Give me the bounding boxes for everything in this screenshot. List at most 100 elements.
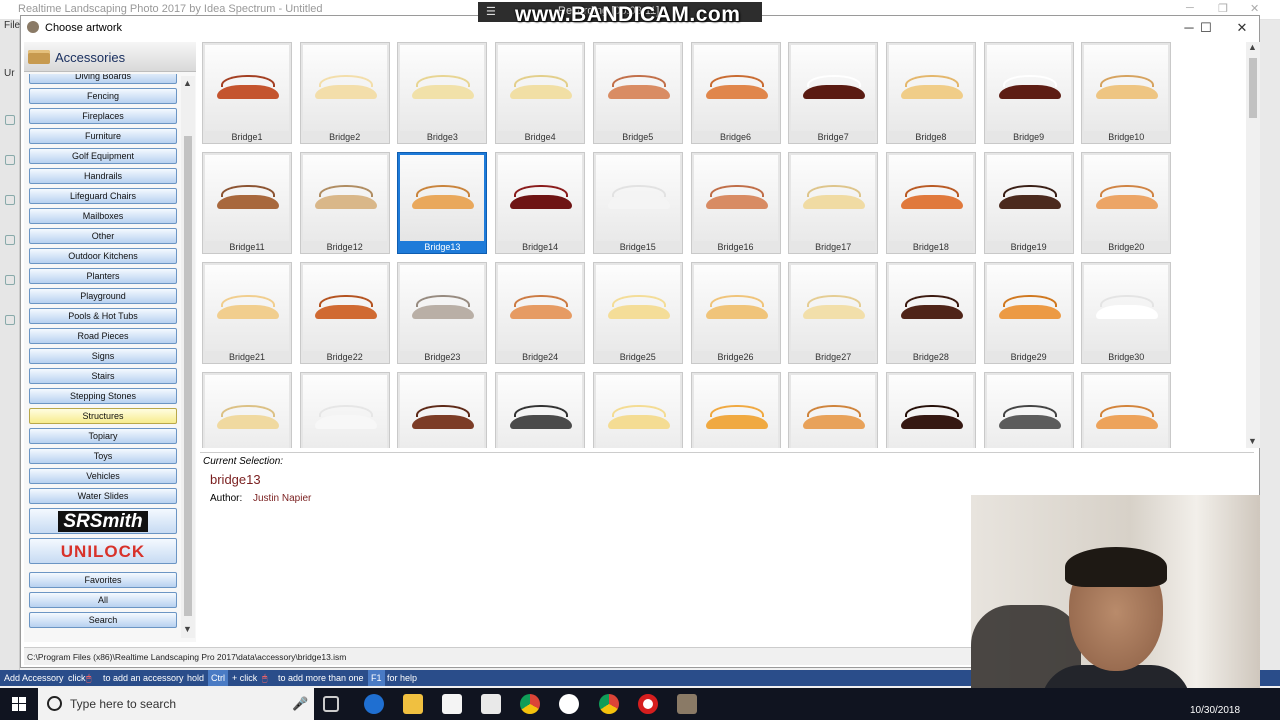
artwork-tile[interactable]: Bridge4 — [495, 42, 586, 144]
menu-file[interactable]: File — [4, 20, 20, 31]
microphone-icon[interactable]: 🎤 — [292, 696, 308, 712]
category-item[interactable]: Structures — [29, 408, 177, 424]
app-minimize-icon[interactable]: ─ — [1186, 2, 1194, 14]
category-item[interactable]: Mailboxes — [29, 208, 177, 224]
category-item[interactable]: Fireplaces — [29, 108, 177, 124]
artwork-tile[interactable]: Bridge27 — [788, 262, 879, 364]
brand-button[interactable]: UNILOCK — [29, 538, 177, 564]
category-item[interactable]: Pools & Hot Tubs — [29, 308, 177, 324]
hp-icon[interactable] — [559, 694, 579, 714]
maximize-button[interactable]: ☐ — [1188, 18, 1224, 38]
category-item[interactable]: Playground — [29, 288, 177, 304]
artwork-tile[interactable]: Bridge14 — [495, 152, 586, 254]
artwork-tile[interactable]: Bridge9 — [983, 42, 1074, 144]
artwork-tile[interactable] — [983, 372, 1074, 448]
scroll-up-icon[interactable]: ▲ — [183, 78, 192, 88]
artwork-tile[interactable]: Bridge29 — [983, 262, 1074, 364]
artwork-tile[interactable] — [1081, 372, 1172, 448]
bandicam-icon[interactable] — [638, 694, 658, 714]
artwork-tile[interactable] — [299, 372, 390, 448]
file-explorer-icon[interactable] — [403, 694, 423, 714]
category-item[interactable]: Water Slides — [29, 488, 177, 504]
scroll-down-icon[interactable]: ▼ — [183, 624, 192, 634]
scroll-up-icon[interactable]: ▲ — [1248, 42, 1257, 52]
tool-icon[interactable] — [5, 195, 15, 205]
category-item[interactable]: Favorites — [29, 572, 177, 588]
artwork-tile[interactable]: Bridge6 — [690, 42, 781, 144]
artwork-tile[interactable]: Bridge11 — [202, 152, 292, 254]
mail-icon[interactable] — [481, 694, 501, 714]
artwork-tile[interactable] — [495, 372, 586, 448]
artwork-tile[interactable]: Bridge20 — [1081, 152, 1172, 254]
artwork-tile[interactable] — [592, 372, 683, 448]
artwork-tile[interactable]: Bridge17 — [788, 152, 879, 254]
gallery-scrollbar[interactable]: ▲ ▼ — [1246, 42, 1260, 448]
artwork-tile[interactable] — [397, 372, 488, 448]
tool-icon[interactable] — [5, 275, 15, 285]
brand-button[interactable]: SRSmith — [29, 508, 177, 534]
artwork-tile[interactable]: Bridge26 — [690, 262, 781, 364]
tool-icon[interactable] — [5, 235, 15, 245]
artwork-tile[interactable]: Bridge18 — [885, 152, 976, 254]
scroll-down-icon[interactable]: ▼ — [1248, 436, 1257, 446]
category-item[interactable]: Stairs — [29, 368, 177, 384]
artwork-tile[interactable] — [202, 372, 292, 448]
realtime-landscaping-icon[interactable] — [677, 694, 697, 714]
category-item[interactable]: Search — [29, 612, 177, 628]
artwork-tile[interactable]: Bridge5 — [592, 42, 683, 144]
artwork-tile[interactable]: Bridge13 — [397, 152, 488, 254]
category-item[interactable]: Toys — [29, 448, 177, 464]
store-icon[interactable] — [442, 694, 462, 714]
artwork-tile[interactable]: Bridge23 — [397, 262, 488, 364]
menu-icon[interactable]: ☰ — [486, 5, 496, 18]
tool-icon[interactable] — [5, 155, 15, 165]
artwork-tile[interactable]: Bridge19 — [983, 152, 1074, 254]
artwork-tile[interactable]: Bridge24 — [495, 262, 586, 364]
app-restore-icon[interactable]: ❐ — [1218, 2, 1228, 15]
scroll-thumb[interactable] — [184, 136, 192, 616]
category-item[interactable]: All — [29, 592, 177, 608]
artwork-tile[interactable]: Bridge7 — [788, 42, 879, 144]
category-item[interactable]: Other — [29, 228, 177, 244]
category-item[interactable]: Stepping Stones — [29, 388, 177, 404]
close-button[interactable]: ✕ — [1224, 18, 1260, 38]
category-item[interactable]: Lifeguard Chairs — [29, 188, 177, 204]
artwork-tile[interactable]: Bridge3 — [397, 42, 488, 144]
category-item[interactable]: Road Pieces — [29, 328, 177, 344]
task-view-icon[interactable] — [323, 696, 339, 712]
category-item[interactable]: Furniture — [29, 128, 177, 144]
artwork-tile[interactable]: Bridge15 — [592, 152, 683, 254]
chrome-profile-icon[interactable] — [599, 694, 619, 714]
category-item[interactable]: Signs — [29, 348, 177, 364]
artwork-tile[interactable] — [690, 372, 781, 448]
taskbar-search[interactable]: Type here to search 🎤 — [38, 688, 314, 720]
chrome-icon[interactable] — [520, 694, 540, 714]
artwork-tile[interactable]: Bridge1 — [202, 42, 292, 144]
artwork-tile[interactable]: Bridge10 — [1081, 42, 1172, 144]
category-item[interactable]: Vehicles — [29, 468, 177, 484]
category-scrollbar[interactable]: ▲ ▼ — [181, 76, 195, 638]
artwork-tile[interactable]: Bridge25 — [592, 262, 683, 364]
search-placeholder[interactable]: Type here to search — [70, 697, 176, 711]
artwork-tile[interactable]: Bridge2 — [299, 42, 390, 144]
category-item[interactable]: Fencing — [29, 88, 177, 104]
tool-icon[interactable] — [5, 315, 15, 325]
artwork-tile[interactable]: Bridge21 — [202, 262, 292, 364]
artwork-tile[interactable]: Bridge8 — [885, 42, 976, 144]
category-item[interactable]: Handrails — [29, 168, 177, 184]
tool-icon[interactable] — [5, 115, 15, 125]
artwork-tile[interactable] — [885, 372, 976, 448]
artwork-tile[interactable]: Bridge12 — [299, 152, 390, 254]
scroll-thumb[interactable] — [1249, 58, 1257, 118]
edge-icon[interactable] — [364, 694, 384, 714]
category-item[interactable]: Golf Equipment — [29, 148, 177, 164]
app-close-icon[interactable]: ✕ — [1250, 2, 1259, 15]
category-item[interactable]: Diving Boards — [29, 74, 177, 84]
artwork-tile[interactable]: Bridge30 — [1081, 262, 1172, 364]
artwork-tile[interactable]: Bridge28 — [885, 262, 976, 364]
category-item[interactable]: Topiary — [29, 428, 177, 444]
category-item[interactable]: Outdoor Kitchens — [29, 248, 177, 264]
artwork-tile[interactable] — [788, 372, 879, 448]
artwork-tile[interactable]: Bridge22 — [299, 262, 390, 364]
menu-undo[interactable]: Ur — [4, 68, 15, 79]
